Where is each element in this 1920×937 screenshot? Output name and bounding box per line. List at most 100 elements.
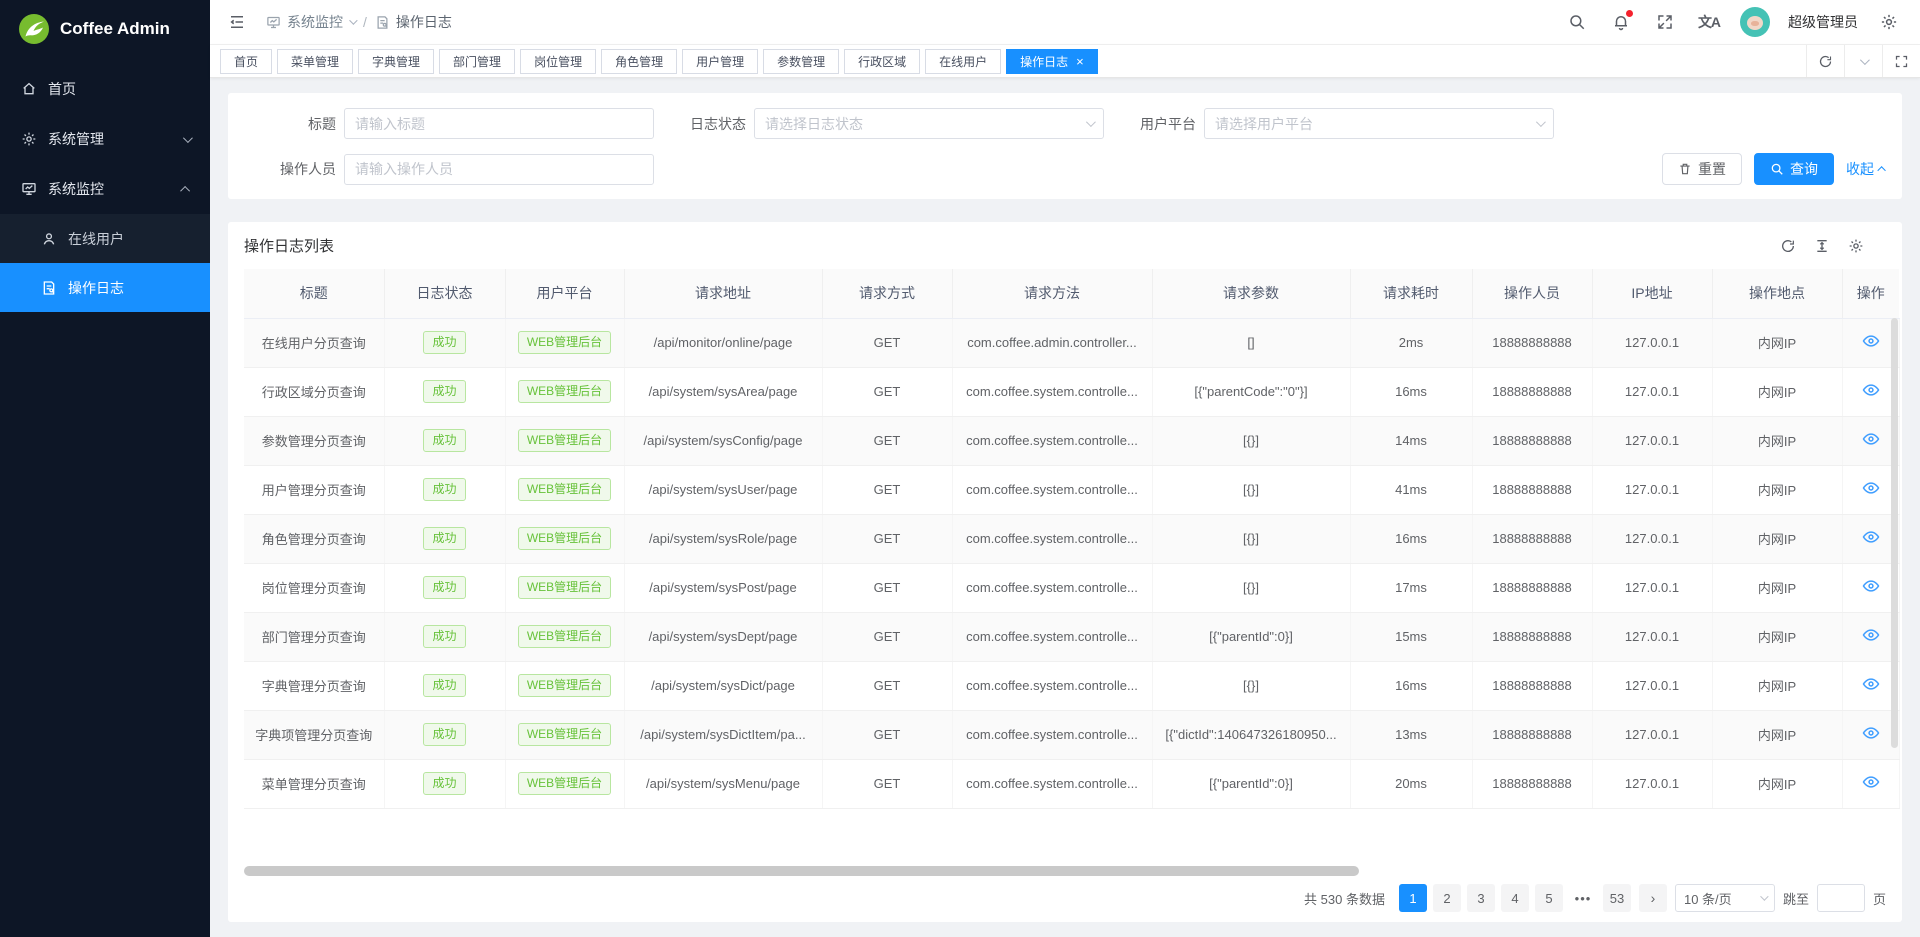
table-row[interactable]: 字典项管理分页查询 成功 WEB管理后台 /api/system/sysDict… [244, 710, 1899, 759]
cell-ip: 127.0.0.1 [1592, 367, 1712, 416]
fullscreen-icon[interactable] [1652, 9, 1678, 35]
sidebar-item-operation-log[interactable]: 操作日志 [0, 263, 210, 312]
cell-handler: com.coffee.system.controlle... [952, 759, 1152, 808]
search-panel: 标题 日志状态 请选择日志状态 用户平台 请选择用户平台 [228, 93, 1902, 199]
chevron-down-icon [1760, 892, 1768, 900]
avatar[interactable] [1740, 7, 1770, 37]
page-button[interactable]: 4 [1501, 884, 1529, 912]
next-page-button[interactable]: › [1639, 884, 1667, 912]
log-status-select[interactable]: 请选择日志状态 [754, 108, 1104, 139]
table-row[interactable]: 菜单管理分页查询 成功 WEB管理后台 /api/system/sysMenu/… [244, 759, 1899, 808]
page-size-select[interactable]: 10 条/页 [1675, 884, 1775, 912]
page-button[interactable]: 1 [1399, 884, 1427, 912]
settings-icon[interactable] [1846, 236, 1866, 256]
cell-params: [{"parentId":0}] [1152, 612, 1350, 661]
cell-platform: WEB管理后台 [505, 612, 624, 661]
cell-title: 角色管理分页查询 [244, 514, 384, 563]
query-button[interactable]: 查询 [1754, 153, 1834, 185]
tab[interactable]: 角色管理 × [601, 49, 677, 74]
status-badge: 成功 [423, 772, 465, 796]
eye-icon[interactable] [1862, 479, 1880, 497]
jump-page-input[interactable] [1817, 884, 1865, 912]
cell-location: 内网IP [1712, 563, 1842, 612]
cell-method: GET [822, 759, 952, 808]
table-row[interactable]: 岗位管理分页查询 成功 WEB管理后台 /api/system/sysPost/… [244, 563, 1899, 612]
tab[interactable]: 部门管理 × [439, 49, 515, 74]
page-button[interactable]: 2 [1433, 884, 1461, 912]
density-icon[interactable] [1812, 236, 1832, 256]
page-button[interactable]: 3 [1467, 884, 1495, 912]
cell-operator: 18888888888 [1472, 318, 1592, 367]
tab[interactable]: 行政区域 × [844, 49, 920, 74]
cell-location: 内网IP [1712, 759, 1842, 808]
chevron-down-icon[interactable] [1844, 45, 1882, 77]
breadcrumb-parent[interactable]: 系统监控 [266, 12, 355, 32]
cell-location: 内网IP [1712, 465, 1842, 514]
sidebar-item-system-monitor[interactable]: 系统监控 [0, 164, 210, 214]
tab[interactable]: 参数管理 × [763, 49, 839, 74]
page-button[interactable]: ••• [1569, 884, 1597, 912]
vertical-scrollbar[interactable] [1891, 318, 1898, 748]
maximize-icon[interactable] [1882, 45, 1920, 77]
tab[interactable]: 岗位管理 × [520, 49, 596, 74]
eye-icon[interactable] [1862, 675, 1880, 693]
sidebar-item-online-users[interactable]: 在线用户 [0, 214, 210, 263]
eye-icon[interactable] [1862, 332, 1880, 350]
tab[interactable]: 首页 × [220, 49, 272, 74]
table-row[interactable]: 用户管理分页查询 成功 WEB管理后台 /api/system/sysUser/… [244, 465, 1899, 514]
page-button[interactable]: 53 [1603, 884, 1631, 912]
status-badge: 成功 [423, 331, 465, 355]
cell-duration: 16ms [1350, 514, 1472, 563]
status-badge: 成功 [423, 625, 465, 649]
status-badge: 成功 [423, 380, 465, 404]
chevron-down-icon [1536, 117, 1546, 127]
horizontal-scrollbar[interactable] [244, 866, 1359, 876]
table-row[interactable]: 参数管理分页查询 成功 WEB管理后台 /api/system/sysConfi… [244, 416, 1899, 465]
page-buttons: 12345•••53 [1399, 884, 1631, 912]
log-table-panel: 操作日志列表 [228, 222, 1902, 922]
settings-icon[interactable] [1876, 9, 1902, 35]
page-button[interactable]: 5 [1535, 884, 1563, 912]
tab[interactable]: 在线用户 × [925, 49, 1001, 74]
bell-icon[interactable] [1608, 9, 1634, 35]
translate-icon[interactable]: 文A [1696, 9, 1722, 35]
tab[interactable]: 菜单管理 × [277, 49, 353, 74]
username[interactable]: 超级管理员 [1788, 12, 1858, 32]
search-icon[interactable] [1564, 9, 1590, 35]
collapse-filters-link[interactable]: 收起 [1846, 159, 1886, 179]
eye-icon[interactable] [1862, 381, 1880, 399]
operator-input[interactable] [344, 154, 654, 185]
sidebar-item-system-management[interactable]: 系统管理 [0, 114, 210, 164]
cell-handler: com.coffee.system.controlle... [952, 416, 1152, 465]
refresh-icon[interactable] [1778, 236, 1798, 256]
table-row[interactable]: 角色管理分页查询 成功 WEB管理后台 /api/system/sysRole/… [244, 514, 1899, 563]
table-row[interactable]: 部门管理分页查询 成功 WEB管理后台 /api/system/sysDept/… [244, 612, 1899, 661]
eye-icon[interactable] [1862, 773, 1880, 791]
eye-icon[interactable] [1862, 577, 1880, 595]
table-row[interactable]: 字典管理分页查询 成功 WEB管理后台 /api/system/sysDict/… [244, 661, 1899, 710]
eye-icon[interactable] [1862, 626, 1880, 644]
user-platform-select[interactable]: 请选择用户平台 [1204, 108, 1554, 139]
cell-handler: com.coffee.admin.controller... [952, 318, 1152, 367]
tab[interactable]: 字典管理 × [358, 49, 434, 74]
logo[interactable]: Coffee Admin [0, 0, 210, 58]
log-icon [40, 279, 58, 297]
sidebar-item-home[interactable]: 首页 [0, 64, 210, 114]
table-row[interactable]: 在线用户分页查询 成功 WEB管理后台 /api/monitor/online/… [244, 318, 1899, 367]
tab[interactable]: 用户管理 × [682, 49, 758, 74]
sidebar-collapse-icon[interactable] [224, 9, 250, 35]
table-row[interactable]: 行政区域分页查询 成功 WEB管理后台 /api/system/sysArea/… [244, 367, 1899, 416]
cell-url: /api/monitor/online/page [624, 318, 822, 367]
cell-url: /api/system/sysDept/page [624, 612, 822, 661]
reset-button[interactable]: 重置 [1662, 153, 1742, 185]
close-icon[interactable]: × [1076, 55, 1084, 68]
status-badge: 成功 [423, 429, 465, 453]
tab[interactable]: 操作日志 × [1006, 49, 1098, 74]
breadcrumb-current: 操作日志 [375, 12, 452, 32]
title-input[interactable] [344, 108, 654, 139]
refresh-icon[interactable] [1806, 45, 1844, 77]
eye-icon[interactable] [1862, 430, 1880, 448]
eye-icon[interactable] [1862, 724, 1880, 742]
eye-icon[interactable] [1862, 528, 1880, 546]
cell-ip: 127.0.0.1 [1592, 710, 1712, 759]
